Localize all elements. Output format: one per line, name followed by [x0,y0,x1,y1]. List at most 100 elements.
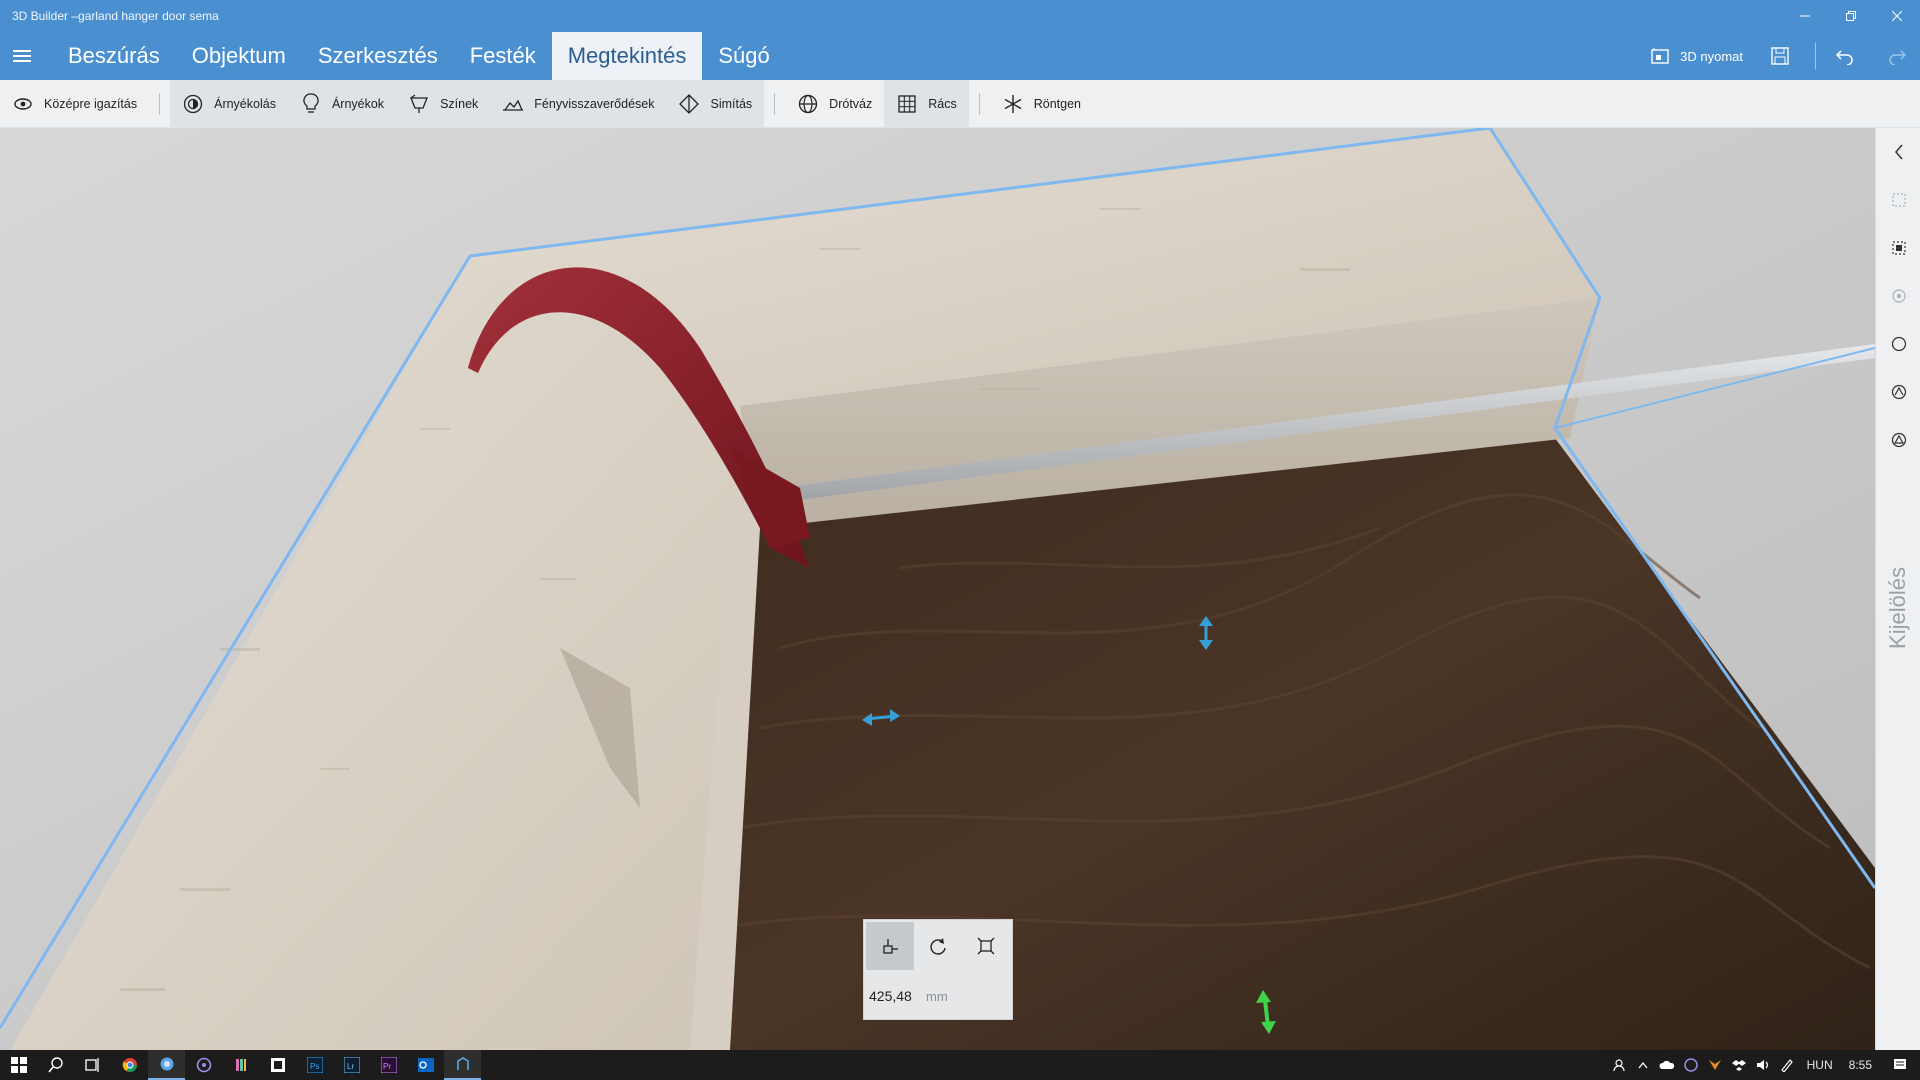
start-button[interactable] [0,1050,37,1080]
taskbar-chrome[interactable] [111,1050,148,1080]
viber-tray[interactable] [1679,1050,1703,1080]
reflections-label: Fényvisszaverődések [534,96,655,111]
tab-edit[interactable]: Szerkesztés [302,32,454,80]
title-bar: 3D Builder –garland hanger door sema [0,0,1920,32]
close-button[interactable] [1874,0,1920,32]
shadows-label: Árnyékok [331,96,385,111]
smoothing-button[interactable]: Simítás [666,79,765,128]
center-align-button[interactable]: Középre igazítás [0,80,149,128]
cloud-icon [1659,1060,1674,1069]
print3d-icon [1651,48,1669,64]
tab-object[interactable]: Objektum [176,32,302,80]
select-edges-icon [1891,384,1907,400]
fox-tray[interactable] [1703,1050,1727,1080]
viber-icon [1683,1058,1698,1072]
tab-help[interactable]: Súgó [702,32,785,80]
system-tray: HUN 8:55 [1607,1050,1920,1080]
select-vertices-button[interactable] [1887,428,1911,452]
circle-select-button[interactable] [1887,332,1911,356]
move-mode-button[interactable] [866,922,914,970]
action-center-button[interactable] [1880,1050,1920,1080]
scale-mode-button[interactable] [962,922,1010,970]
tab-insert[interactable]: Beszúrás [52,32,176,80]
shading-icon [182,93,204,115]
select-faces-button[interactable] [1887,284,1911,308]
grid-label: Rács [928,96,957,111]
3d-viewport[interactable]: 425,48 mm [0,128,1875,1050]
tab-view[interactable]: Megtekintés [551,32,703,80]
people-tray-button[interactable] [1607,1050,1631,1080]
taskbar-app-colorful[interactable] [222,1050,259,1080]
smoothing-label: Simítás [710,96,753,111]
app3-icon [270,1058,285,1072]
wireframe-label: Drótváz [829,96,873,111]
taskbar-premiere[interactable]: Pr [370,1050,407,1080]
taskbar-app-square[interactable] [259,1050,296,1080]
grid-button[interactable]: Rács [884,79,969,128]
rotate-mode-button[interactable] [914,922,962,970]
window-controls [1782,0,1920,32]
taskbar-photoshop[interactable]: Ps [296,1050,333,1080]
show-hidden-icons-button[interactable] [1631,1050,1655,1080]
minimize-button[interactable] [1782,0,1828,32]
redo-button[interactable] [1874,32,1920,80]
tab-paint[interactable]: Festék [454,32,552,80]
center-align-label: Középre igazítás [44,96,138,111]
xray-label: Röntgen [1033,96,1081,111]
smoothing-icon [678,93,700,115]
taskbar-outlook[interactable] [407,1050,444,1080]
restore-button[interactable] [1828,0,1874,32]
onedrive-tray[interactable] [1655,1050,1679,1080]
save-button[interactable] [1755,32,1815,80]
shadows-button[interactable]: Árnyékok [287,79,397,128]
task-view-icon [84,1058,99,1072]
wireframe-button[interactable]: Drótváz [785,80,884,128]
xray-button[interactable]: Röntgen [990,80,1093,128]
dimension-unit: mm [926,989,948,1004]
chevron-up-icon [1638,1061,1648,1069]
lightroom-icon: Lr [343,1057,360,1073]
undo-icon [1836,50,1853,65]
dropbox-tray[interactable] [1727,1050,1751,1080]
separator [774,92,776,115]
reflections-button[interactable]: Fényvisszaverődések [490,79,667,128]
paint-bucket-icon [408,93,430,115]
select-objects-button[interactable] [1887,188,1911,212]
task-view-button[interactable] [74,1050,111,1080]
fox-icon [1708,1060,1721,1070]
hamburger-menu-button[interactable] [10,44,34,68]
colors-label: Színek [440,96,479,111]
undo-button[interactable] [1816,32,1874,80]
taskbar-viber[interactable] [185,1050,222,1080]
clock[interactable]: 8:55 [1841,1058,1880,1072]
pen-tray[interactable] [1775,1050,1799,1080]
scale-icon [977,937,995,955]
search-button[interactable] [37,1050,74,1080]
print-3d-button[interactable]: 3D nyomat [1638,32,1755,80]
collapse-panel-button[interactable] [1887,140,1911,164]
taskbar-3d-builder[interactable] [444,1050,481,1080]
restore-icon [1846,11,1856,21]
volume-tray[interactable] [1751,1050,1775,1080]
colors-button[interactable]: Színek [396,79,491,128]
select-mesh-button[interactable] [1887,236,1911,260]
view-ribbon: Középre igazítás Árnyékolás Árnyékok Szí… [0,79,1920,128]
select-edges-button[interactable] [1887,380,1911,404]
taskbar-apps: Ps Lr Pr [0,1050,481,1080]
language-indicator[interactable]: HUN [1799,1058,1841,1072]
svg-text:Lr: Lr [347,1062,354,1071]
shading-button[interactable]: Árnyékolás [170,79,288,128]
ribbon-tabs-row: Beszúrás Objektum Szerkesztés Festék Meg… [0,32,1920,80]
separator [978,92,980,115]
taskbar-lightroom[interactable]: Lr [333,1050,370,1080]
dimension-value[interactable]: 425,48 [869,988,912,1004]
selection-side-panel: Kijelölés [1875,128,1920,1050]
taskbar-app-blue[interactable] [148,1050,185,1080]
rotate-icon [930,938,946,955]
lightbulb-icon [300,92,322,115]
photoshop-icon: Ps [306,1057,323,1073]
pen-icon [1780,1059,1793,1072]
people-icon [1613,1059,1625,1072]
select-mesh-icon [1892,241,1906,255]
3d-scene [0,128,1875,1050]
